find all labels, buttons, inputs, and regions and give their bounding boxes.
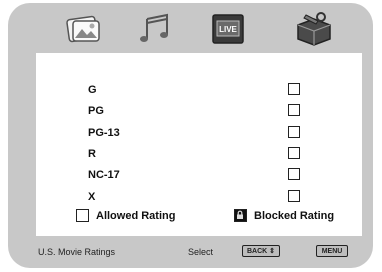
- rating-label: X: [88, 190, 96, 203]
- rating-checkbox[interactable]: [288, 83, 300, 95]
- footer-action: Select: [188, 247, 214, 257]
- rating-label: G: [88, 84, 97, 96]
- live-label: LIVE: [219, 25, 237, 34]
- status-footer: U.S. Movie Ratings Select BACK ⇕ MENU: [8, 241, 373, 265]
- allowed-legend-box: [76, 209, 89, 222]
- tab-bar: LIVE: [8, 3, 373, 53]
- rating-checkbox[interactable]: [288, 168, 300, 181]
- ratings-panel: G PG PG-13 R NC-17 X Allowed Rating Blocked R…: [36, 53, 362, 236]
- rating-label: NC-17: [88, 169, 120, 182]
- live-tv-icon: LIVE: [212, 14, 244, 44]
- tab-settings[interactable]: [292, 9, 336, 49]
- settings-toolbox-icon: [297, 12, 331, 46]
- back-key[interactable]: BACK ⇕: [242, 245, 280, 257]
- footer-title: U.S. Movie Ratings: [38, 247, 116, 257]
- blocked-legend-label: Blocked Rating: [254, 210, 335, 222]
- music-notes-icon: [140, 13, 168, 42]
- tab-live[interactable]: LIVE: [206, 9, 250, 49]
- tab-photo[interactable]: [62, 9, 106, 49]
- allowed-legend-label: Allowed Rating: [96, 210, 176, 222]
- rating-label: PG: [88, 105, 104, 118]
- rating-checkbox[interactable]: [288, 125, 300, 138]
- menu-frame: LIVE G PG PG-13 R NC-17 X Allowed Rating Bloc…: [8, 3, 373, 268]
- rating-label: R: [88, 147, 96, 160]
- rating-checkbox[interactable]: [288, 189, 300, 202]
- rating-label: PG-13: [88, 126, 120, 139]
- blocked-legend-box: [234, 209, 247, 222]
- rating-checkbox[interactable]: [288, 146, 300, 159]
- picture-icon: [66, 15, 100, 43]
- lock-icon: [237, 210, 243, 219]
- rating-checkbox[interactable]: [288, 104, 300, 117]
- tab-music[interactable]: [134, 9, 178, 49]
- menu-key[interactable]: MENU: [316, 245, 348, 257]
